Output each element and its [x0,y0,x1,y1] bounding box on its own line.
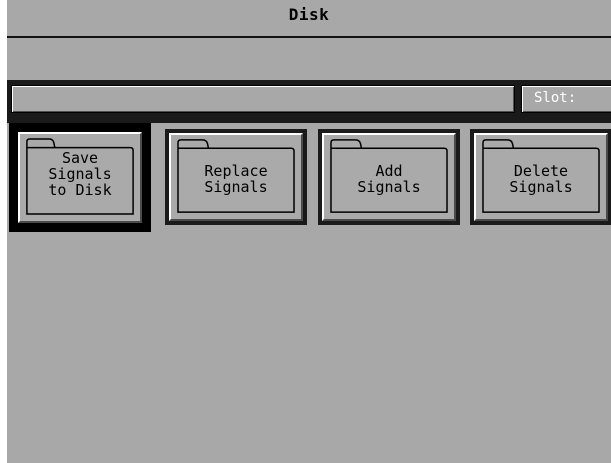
button-label: Replace Signals [204,162,268,196]
replace-signals-button[interactable]: Replace Signals [165,129,307,225]
button-label: Delete Signals [509,162,573,196]
disk-screen: Disk Slot: Save Signals to Disk Replace … [7,0,611,463]
save-signals-to-disk-button[interactable]: Save Signals to Disk [9,123,151,232]
status-strip: Slot: [7,80,611,123]
button-face: Replace Signals [169,133,303,221]
delete-signals-button[interactable]: Delete Signals [470,129,611,225]
slot-indicator[interactable]: Slot: [521,85,611,113]
signal-name-field[interactable] [11,85,515,113]
slot-label: Slot: [534,90,577,106]
button-face: Delete Signals [474,133,608,221]
button-label: Add Signals [357,162,421,196]
title-bar: Disk [7,0,611,38]
button-face: Add Signals [322,133,456,221]
add-signals-button[interactable]: Add Signals [318,129,460,225]
button-label: Save Signals to Disk [48,149,112,199]
page-title: Disk [288,5,330,24]
button-face: Save Signals to Disk [18,132,142,223]
